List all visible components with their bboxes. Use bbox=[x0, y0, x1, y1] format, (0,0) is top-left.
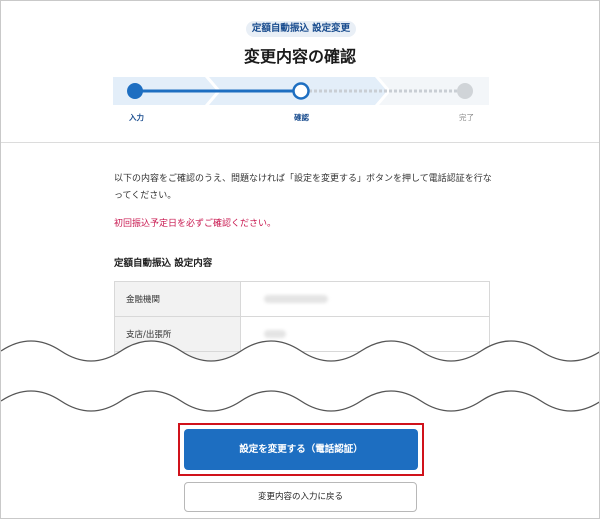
instruction-text: 以下の内容をご確認のうえ、問題なければ「設定を変更する」ボタンを押して電話認証を… bbox=[114, 174, 492, 201]
step-label-confirm: 確認 bbox=[294, 113, 309, 122]
cut-wave-separator bbox=[1, 340, 599, 412]
row-label-bank: 金融機関 bbox=[114, 281, 241, 317]
step-3-marker bbox=[457, 83, 473, 99]
warning-text: 初回振込予定日を必ずご確認ください。 bbox=[114, 219, 277, 229]
step-label-complete: 完了 bbox=[459, 113, 474, 122]
progress-stepper bbox=[113, 75, 489, 107]
step-label-input: 入力 bbox=[129, 113, 144, 122]
table-row: 金融機関 bbox=[114, 281, 490, 317]
screen-frame: 定額自動振込 設定変更 変更内容の確認 入力 確認 完了 以下の内容をご確認のう… bbox=[0, 0, 600, 519]
row-value-bank bbox=[240, 281, 490, 317]
back-to-input-button[interactable]: 変更内容の入力に戻る bbox=[184, 482, 417, 512]
page-title: 変更内容の確認 bbox=[243, 47, 356, 66]
section-title: 定額自動振込 設定内容 bbox=[114, 258, 213, 269]
step-1-marker bbox=[127, 83, 143, 99]
category-badge: 定額自動振込 設定変更 bbox=[246, 21, 356, 37]
divider bbox=[1, 142, 599, 143]
change-settings-button[interactable]: 設定を変更する（電話認証） bbox=[184, 429, 418, 470]
step-2-marker bbox=[292, 82, 310, 100]
redacted-value bbox=[264, 294, 328, 303]
